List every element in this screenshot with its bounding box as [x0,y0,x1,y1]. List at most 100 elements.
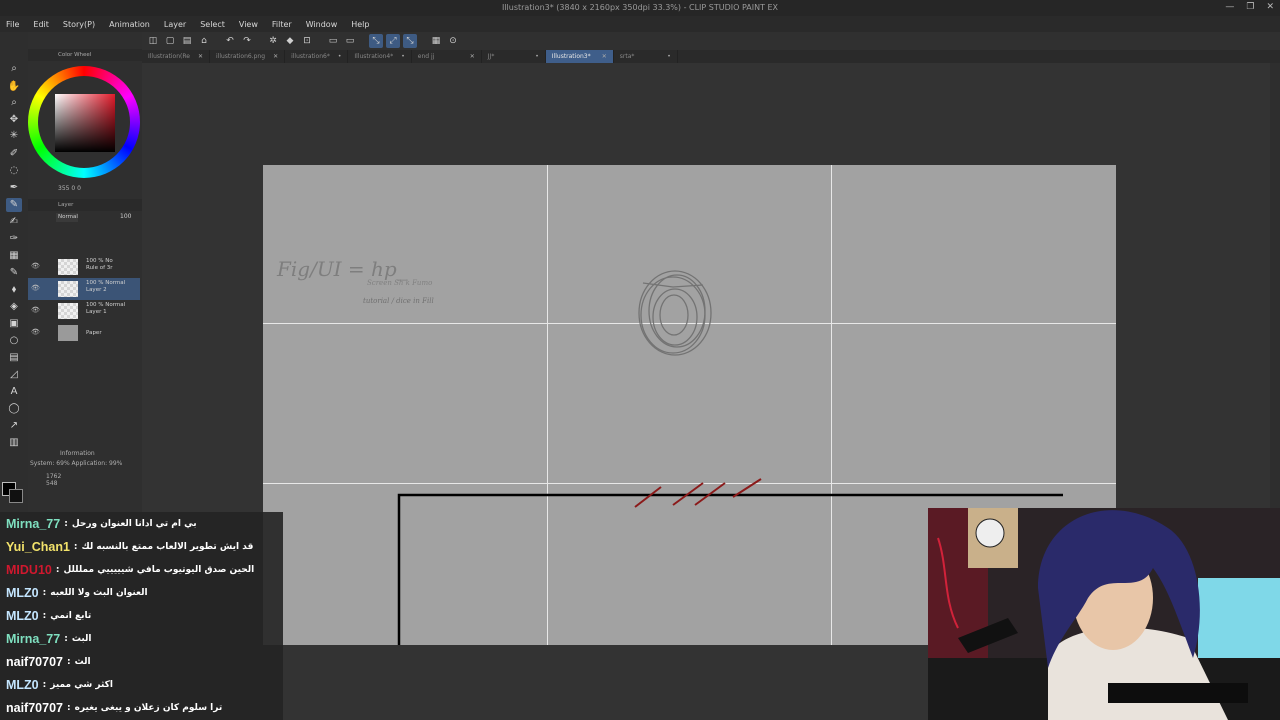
menu-bar: File Edit Story(P) Animation Layer Selec… [0,16,1280,32]
tab-illustration-re[interactable]: Illustration(Re ✕ [142,50,210,63]
clip-icon[interactable]: ⊙ [446,34,460,48]
layer-thumbnail [58,281,78,297]
fill-icon[interactable]: ◆ [283,34,297,48]
fill-tool-icon[interactable]: ◈ [6,300,22,314]
pen-icon[interactable]: ✒ [6,181,22,195]
close-icon[interactable]: ✕ [602,50,607,63]
clip-studio-icon[interactable]: ▦ [429,34,443,48]
airbrush-icon[interactable]: ✑ [6,232,22,246]
snap-special-ruler-icon[interactable]: ⤢ [386,34,400,48]
window-controls: — ❐ ✕ [1225,2,1274,12]
close-icon[interactable]: • [667,50,671,63]
maximize-button[interactable]: ❐ [1246,2,1254,12]
color-wheel-header[interactable]: Color Wheel [28,49,142,61]
eye-icon[interactable]: 👁 [31,328,40,336]
close-icon[interactable]: • [401,50,405,63]
eye-icon[interactable]: 👁 [31,262,40,270]
close-icon[interactable]: ✕ [198,50,203,63]
menu-animation[interactable]: Animation [109,20,150,29]
hand-icon[interactable]: ✋ [6,80,22,94]
text-icon[interactable]: A [6,385,22,399]
transform-icon[interactable]: ⊡ [300,34,314,48]
balloon-icon[interactable]: ◯ [6,402,22,416]
frame-icon[interactable]: ▤ [6,351,22,365]
tab-illustration3[interactable]: Illustration3* ✕ [545,50,614,63]
saturation-value-square[interactable] [55,94,115,152]
correct-line-icon[interactable]: ↗ [6,419,22,433]
figure-icon[interactable]: ○ [6,334,22,348]
blend-icon[interactable]: ⬧ [6,283,22,297]
chat-text: اكثر شي مميز [50,680,113,690]
chat-text: قد ايش تطوير الالعاب ممتع بالنسبه لك [81,542,254,552]
ruler-icon[interactable]: ▭ [326,34,340,48]
blend-mode-select[interactable]: Normal [56,213,78,222]
layer-opacity[interactable]: 100 [120,213,131,220]
app-icon[interactable]: ◫ [146,34,160,48]
pencil-icon[interactable]: ✎ [6,198,22,212]
minimize-button[interactable]: — [1225,2,1234,12]
chat-message: MLZ0: تابع انمي [6,609,92,623]
gradient-icon[interactable]: ▣ [6,317,22,331]
chat-username: Yui_Chan1 [6,540,70,554]
close-icon[interactable]: ✕ [273,50,278,63]
tab-jj[interactable]: JJ* • [482,50,546,63]
eyedropper-icon[interactable]: ✐ [6,147,22,161]
layer-panel-header[interactable]: Layer [28,199,142,211]
close-icon[interactable]: • [338,50,342,63]
zoom-icon[interactable]: ⌕ [6,62,22,76]
chat-message: MLZ0: العنوان البث ولا اللعبه [6,586,148,600]
layer-row[interactable]: 👁 Paper [28,322,140,344]
chat-text: ترا سلوم كان زعلان و يبغى يغيره [74,703,223,713]
open-file-icon[interactable]: ▤ [180,34,194,48]
tab-illustration6[interactable]: illustration6* • [285,50,349,63]
tab-srta[interactable]: srta* • [614,50,678,63]
snap-grid-icon[interactable]: ⤡ [403,34,417,48]
chat-username: naif70707 [6,655,63,669]
lasso-icon[interactable]: ◌ [6,164,22,178]
sub-tool-icon[interactable]: ▥ [6,436,22,450]
close-icon[interactable]: • [535,50,539,63]
snap-icon[interactable]: ▭ [343,34,357,48]
eraser-icon[interactable]: ✎ [6,266,22,280]
snap-ruler-icon[interactable]: ⤡ [369,34,383,48]
layer-row[interactable]: 👁 100 % No Rule of 3r [28,256,140,278]
chat-message: MIDU10: الحين صدق اليوتيوب مافي شيييييي … [6,563,255,577]
ruler-tool-icon[interactable]: ◿ [6,368,22,382]
close-button[interactable]: ✕ [1266,2,1274,12]
auto-select-icon[interactable]: ✳ [6,129,22,143]
chat-username: MLZ0 [6,678,39,692]
decoration-icon[interactable]: ▦ [6,249,22,263]
layer-thumbnail [58,325,78,341]
eye-icon[interactable]: 👁 [31,284,40,292]
sketch-note-line3: tutorial / dice in Fill [363,297,434,305]
menu-file[interactable]: File [6,20,19,29]
menu-filter[interactable]: Filter [272,20,292,29]
brush-icon[interactable]: ✍ [6,215,22,229]
new-file-icon[interactable]: ▢ [163,34,177,48]
tab-illustration6-png[interactable]: illustration6.png ✕ [210,50,286,63]
layer-row[interactable]: 👁 100 % Normal Layer 1 [28,300,140,322]
sub-color-swatch[interactable] [9,489,23,503]
menu-story[interactable]: Story(P) [63,20,95,29]
move-icon[interactable]: ✥ [6,113,22,127]
redo-icon[interactable]: ↷ [240,34,254,48]
close-icon[interactable]: ✕ [470,50,475,63]
chat-text: البث [71,634,92,644]
operation-icon[interactable]: ⌕ [6,96,22,110]
menu-view[interactable]: View [239,20,258,29]
menu-window[interactable]: Window [306,20,338,29]
settings-icon[interactable]: ✲ [266,34,280,48]
menu-edit[interactable]: Edit [33,20,49,29]
menu-help[interactable]: Help [351,20,369,29]
menu-layer[interactable]: Layer [164,20,186,29]
chat-message: naif70707: الث [6,655,91,669]
sketch-note-line1: Fig/UI = hp_ [277,257,407,281]
tab-illustration4[interactable]: Illustration4* • [348,50,412,63]
chat-message: MLZ0: اكثر شي مميز [6,678,113,692]
eye-icon[interactable]: 👁 [31,306,40,314]
layer-row[interactable]: 👁 100 % Normal Layer 2 [28,278,140,300]
save-icon[interactable]: ⌂ [197,34,211,48]
menu-select[interactable]: Select [200,20,225,29]
tab-end-jj[interactable]: end jj ✕ [412,50,482,63]
undo-icon[interactable]: ↶ [223,34,237,48]
